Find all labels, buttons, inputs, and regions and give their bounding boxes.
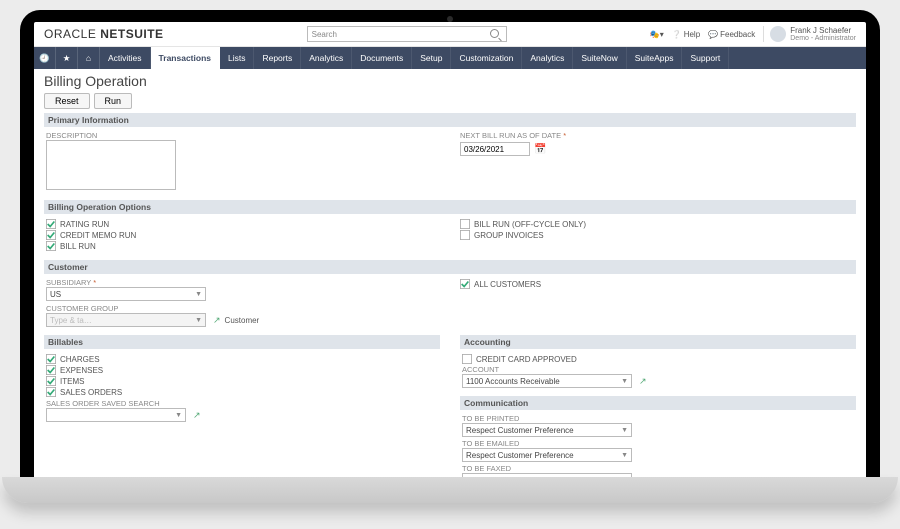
group-invoices-checkbox[interactable]: GROUP INVOICES [460, 230, 854, 240]
main-nav: 🕘 ★ ⌂ Activities Transactions Lists Repo… [34, 47, 866, 69]
account-select[interactable]: 1100 Accounts Receivable▼ [462, 374, 632, 388]
nav-analytics-2[interactable]: Analytics [522, 47, 573, 69]
nav-lists[interactable]: Lists [220, 47, 254, 69]
bill-run-checkbox[interactable]: BILL RUN [46, 241, 440, 251]
section-primary: Primary Information [44, 113, 856, 127]
help-link[interactable]: ❔ Help [672, 30, 700, 39]
so-saved-search-label: SALES ORDER SAVED SEARCH [46, 399, 438, 408]
recent-icon[interactable]: 🕘 [34, 47, 56, 69]
avatar-icon [770, 26, 786, 42]
nav-documents[interactable]: Documents [352, 47, 412, 69]
global-search[interactable]: Search [307, 26, 507, 42]
expenses-checkbox[interactable]: EXPENSES [46, 365, 438, 375]
description-label: DESCRIPTION [46, 131, 440, 140]
nav-analytics[interactable]: Analytics [301, 47, 352, 69]
run-button[interactable]: Run [94, 93, 133, 109]
nav-support[interactable]: Support [682, 47, 729, 69]
reset-button[interactable]: Reset [44, 93, 90, 109]
nav-customization[interactable]: Customization [451, 47, 522, 69]
customer-group-label: CUSTOMER GROUP [46, 304, 440, 313]
home-icon[interactable]: ⌂ [78, 47, 100, 69]
calendar-icon[interactable]: 📅 [534, 144, 546, 155]
items-checkbox[interactable]: ITEMS [46, 376, 438, 386]
to-be-emailed-label: TO BE EMAILED [462, 439, 854, 448]
open-record-icon[interactable]: ↗ [213, 315, 221, 326]
top-utility-bar: ORACLE NETSUITE Search 🎭▾ ❔ Help 💬 Feedb… [34, 22, 866, 47]
user-menu[interactable]: Frank J Schaefer Demo - Administrator [763, 26, 856, 42]
all-customers-checkbox[interactable]: ALL CUSTOMERS [460, 279, 854, 289]
to-be-faxed-select[interactable]: Respect Customer Preference▼ [462, 473, 632, 477]
subsidiary-select[interactable]: US▼ [46, 287, 206, 301]
customer-group-select[interactable]: Type & ta…▼ [46, 313, 206, 327]
to-be-faxed-label: TO BE FAXED [462, 464, 854, 473]
to-be-emailed-select[interactable]: Respect Customer Preference▼ [462, 448, 632, 462]
open-record-icon[interactable]: ↗ [193, 410, 201, 421]
user-name: Frank J Schaefer [790, 26, 856, 35]
nav-transactions[interactable]: Transactions [151, 47, 220, 69]
page-title: Billing Operation [44, 73, 856, 89]
nav-suitenow[interactable]: SuiteNow [573, 47, 626, 69]
section-options: Billing Operation Options [44, 200, 856, 214]
role-switch-icon[interactable]: 🎭▾ [650, 30, 664, 39]
customer-link[interactable]: Customer [225, 316, 260, 325]
nav-reports[interactable]: Reports [254, 47, 301, 69]
feedback-link[interactable]: 💬 Feedback [708, 30, 755, 39]
section-communication: Communication [460, 396, 856, 410]
section-billables: Billables [44, 335, 440, 349]
user-role: Demo - Administrator [790, 35, 856, 42]
nav-setup[interactable]: Setup [412, 47, 451, 69]
cc-approved-checkbox[interactable]: CREDIT CARD APPROVED [462, 354, 854, 364]
subsidiary-label: SUBSIDIARY [46, 278, 440, 287]
brand-logo: ORACLE NETSUITE [44, 27, 164, 41]
search-icon [490, 29, 502, 40]
account-label: ACCOUNT [462, 365, 854, 374]
description-input[interactable] [46, 140, 176, 190]
to-be-printed-label: TO BE PRINTED [462, 414, 854, 423]
off-cycle-checkbox[interactable]: BILL RUN (OFF-CYCLE ONLY) [460, 219, 854, 229]
so-saved-search-select[interactable]: ▼ [46, 408, 186, 422]
sales-orders-checkbox[interactable]: SALES ORDERS [46, 387, 438, 397]
section-accounting: Accounting [460, 335, 856, 349]
credit-memo-run-checkbox[interactable]: CREDIT MEMO RUN [46, 230, 440, 240]
search-placeholder: Search [312, 30, 490, 39]
rating-run-checkbox[interactable]: RATING RUN [46, 219, 440, 229]
to-be-printed-select[interactable]: Respect Customer Preference▼ [462, 423, 632, 437]
charges-checkbox[interactable]: CHARGES [46, 354, 438, 364]
next-bill-run-label: NEXT BILL RUN AS OF DATE [460, 131, 854, 140]
favorites-icon[interactable]: ★ [56, 47, 78, 69]
open-record-icon[interactable]: ↗ [639, 376, 647, 387]
nav-activities[interactable]: Activities [100, 47, 151, 69]
section-customer: Customer [44, 260, 856, 274]
nav-suiteapps[interactable]: SuiteApps [627, 47, 683, 69]
next-bill-run-input[interactable] [460, 142, 530, 156]
